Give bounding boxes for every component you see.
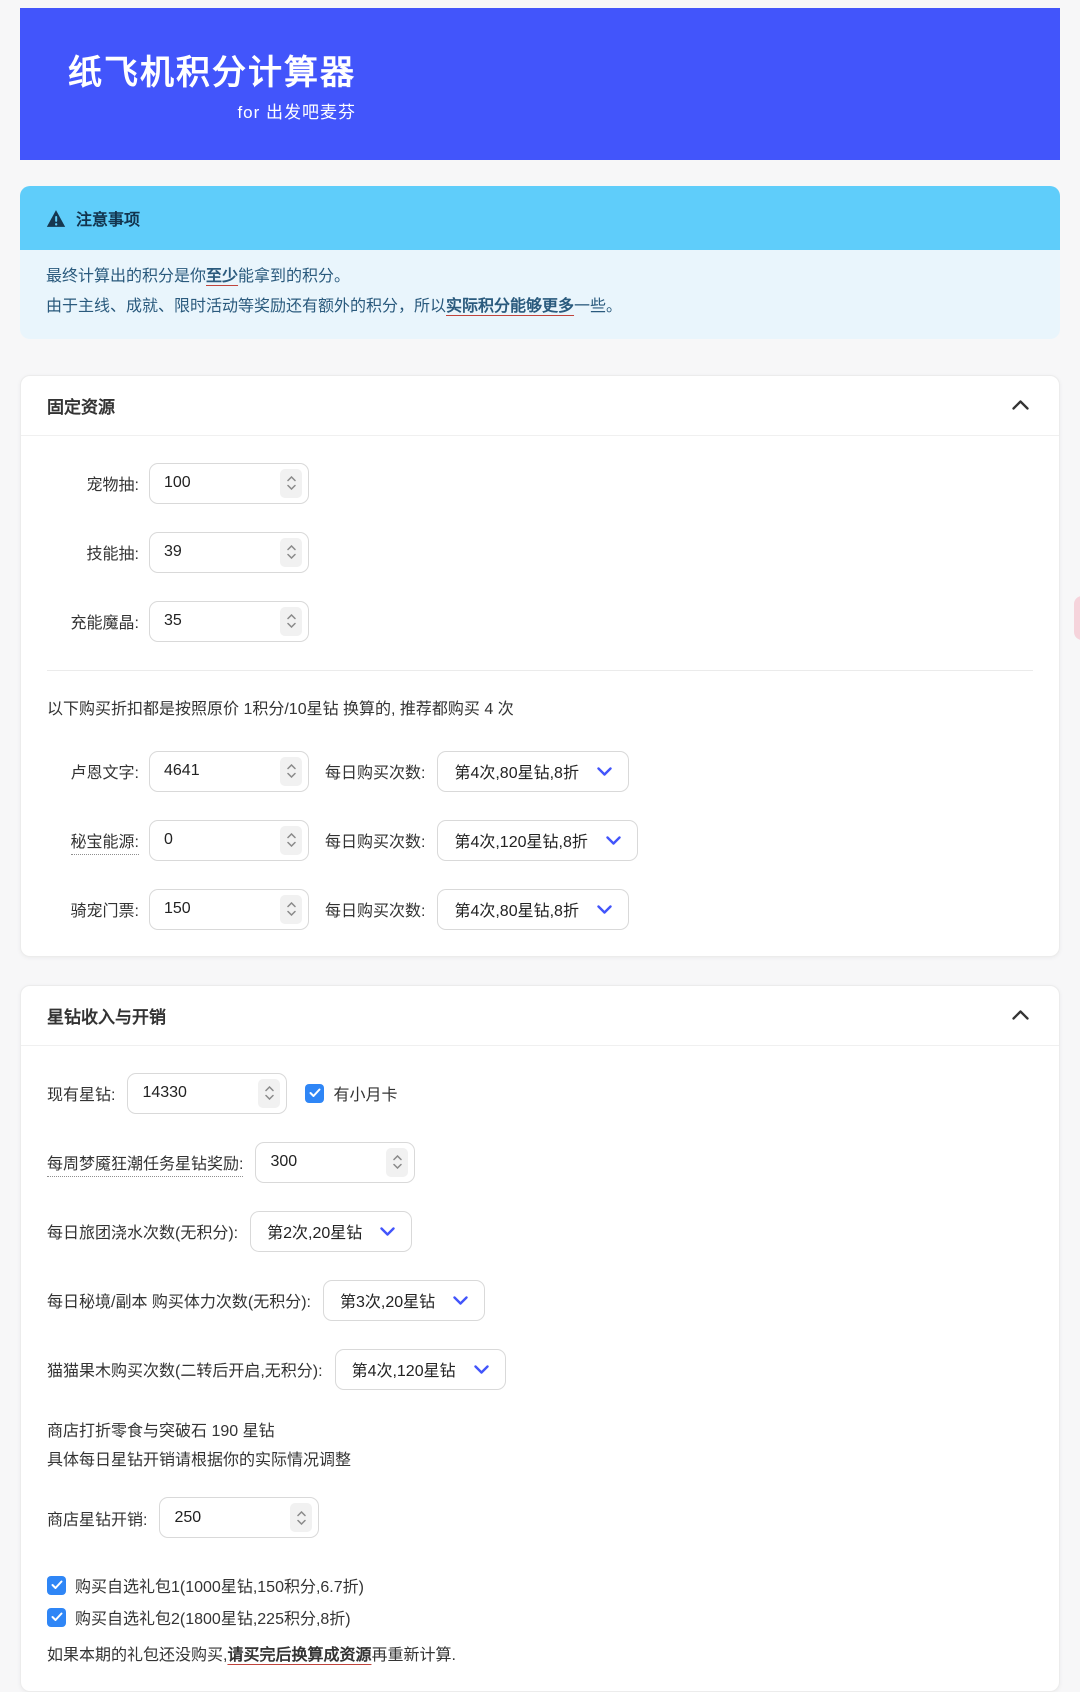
packs-block: 购买自选礼包1(1000星钻,150积分,6.7折) 购买自选礼包2(1800星…: [47, 1573, 1033, 1665]
field-row-pet-draw: 宠物抽: 100: [47, 462, 1033, 504]
shop-expense-row: 商店星钻开销: 250: [47, 1497, 1033, 1539]
field-label: 猫猫果木购买次数(二转后开启,无积分):: [47, 1363, 323, 1381]
warning-icon: [46, 209, 66, 228]
notice-line-1: 最终计算出的积分是你至少能拿到的积分。: [46, 268, 351, 285]
monthly-card-label: 有小月卡: [333, 1087, 398, 1105]
notice-header: 注意事项: [20, 186, 1060, 250]
chevron-down-icon: [380, 1227, 395, 1236]
chevron-down-icon: [606, 836, 621, 845]
daily-purchase-label: 每日购买次数:: [325, 765, 426, 783]
field-label: 每日秘境/副本 购买体力次数(无积分):: [47, 1294, 311, 1312]
chevron-down-icon: [597, 905, 612, 914]
field-label: 充能魔晶:: [70, 615, 139, 633]
collapse-button[interactable]: [1008, 396, 1033, 414]
diamond-card: 星钻收入与开销 现有星钻: 14330 有小月卡 每周梦魇狂潮任务星钻奖励: 3…: [20, 984, 1060, 1692]
number-stepper[interactable]: [280, 894, 302, 924]
divider: [47, 669, 1033, 671]
weekly-nightmare-row: 每周梦魇狂潮任务星钻奖励: 300: [47, 1141, 1033, 1183]
app-header: 纸飞机积分计算器 for 出发吧麦芬: [20, 8, 1060, 160]
daily-purchase-label: 每日购买次数:: [325, 903, 426, 921]
notice-emphasis-2: 实际积分能够更多: [446, 298, 575, 316]
field-label: 每日旅团浇水次数(无积分):: [47, 1225, 239, 1243]
notice-card: 注意事项 最终计算出的积分是你至少能拿到的积分。 由于主线、成就、限时活动等奖励…: [20, 186, 1060, 339]
field-label: 每周梦魇狂潮任务星钻奖励:: [47, 1150, 244, 1178]
field-label: 骑宠门票:: [70, 903, 139, 921]
cat-fruit-times-select[interactable]: 第4次,120星钻: [334, 1348, 506, 1390]
notice-emphasis-1: 至少: [206, 268, 239, 285]
field-label: 现有星钻:: [47, 1087, 116, 1105]
treasure-energy-input[interactable]: 0: [149, 819, 309, 861]
fixed-resources-title: 固定资源: [47, 397, 115, 417]
number-stepper[interactable]: [386, 1147, 409, 1177]
fixed-resources-header: 固定资源: [21, 376, 1059, 436]
number-stepper[interactable]: [280, 606, 302, 636]
chevron-down-icon: [473, 1365, 489, 1374]
collapse-button[interactable]: [1008, 1006, 1033, 1024]
field-label: 卢恩文字:: [70, 765, 139, 783]
stamina-row: 每日秘境/副本 购买体力次数(无积分): 第3次,20星钻: [47, 1279, 1033, 1321]
field-label: 秘宝能源:: [47, 828, 139, 856]
watering-row: 每日旅团浇水次数(无积分): 第2次,20星钻: [47, 1210, 1033, 1252]
shop-note-line-2: 具体每日星钻开销请根据你的实际情况调整: [47, 1451, 352, 1469]
rune-text-times-select[interactable]: 第4次,80星钻,8折: [437, 750, 629, 792]
pack1-label: 购买自选礼包1(1000星钻,150积分,6.7折): [75, 1579, 364, 1597]
notice-title: 注意事项: [76, 212, 141, 229]
rune-text-input[interactable]: 4641: [149, 750, 309, 792]
chevron-down-icon: [453, 1296, 468, 1305]
current-diamond-row: 现有星钻: 14330 有小月卡: [47, 1072, 1033, 1114]
pack-final-note: 如果本期的礼包还没购买,请买完后换算成资源再重新计算.: [47, 1647, 456, 1665]
mount-ticket-times-select[interactable]: 第4次,80星钻,8折: [437, 888, 629, 930]
chevron-down-icon: [597, 767, 612, 776]
cat-fruit-row: 猫猫果木购买次数(二转后开启,无积分): 第4次,120星钻: [47, 1348, 1033, 1390]
pet-draw-input[interactable]: 100: [149, 462, 309, 504]
watering-times-select[interactable]: 第2次,20星钻: [250, 1210, 413, 1252]
pack2-label: 购买自选礼包2(1800星钻,225积分,8折): [75, 1611, 351, 1629]
page-subtitle: for 出发吧麦芬: [237, 103, 356, 123]
treasure-energy-times-select[interactable]: 第4次,120星钻,8折: [437, 819, 638, 861]
title-wrap: 纸飞机积分计算器 for 出发吧麦芬: [20, 8, 356, 123]
field-row-skill-draw: 技能抽: 39: [47, 531, 1033, 573]
current-diamond-input[interactable]: 14330: [127, 1072, 288, 1114]
mount-ticket-input[interactable]: 150: [149, 888, 309, 930]
edge-peek-element[interactable]: [1074, 596, 1080, 640]
shop-expense-note: 商店打折零食与突破石 190 星钻 具体每日星钻开销请根据你的实际情况调整: [47, 1418, 1033, 1476]
number-stepper[interactable]: [280, 756, 302, 786]
weekly-nightmare-input[interactable]: 300: [255, 1141, 416, 1183]
shop-note-line-1: 商店打折零食与突破石 190 星钻: [47, 1422, 275, 1440]
pack1-checkbox[interactable]: [47, 1575, 66, 1595]
notice-line-2: 由于主线、成就、限时活动等奖励还有额外的积分，所以实际积分能够更多一些。: [46, 298, 623, 316]
purchase-row-mount-ticket: 骑宠门票: 150 每日购买次数: 第4次,80星钻,8折: [47, 888, 1033, 930]
pack1-row: 购买自选礼包1(1000星钻,150积分,6.7折): [47, 1573, 1033, 1597]
fixed-resources-card: 固定资源 宠物抽: 100 技能抽: 39 充能魔晶: 35 以下购买折扣都是按…: [20, 374, 1060, 957]
fixed-resources-body: 宠物抽: 100 技能抽: 39 充能魔晶: 35 以下购买折扣都是按照原价 1…: [21, 436, 1059, 956]
page-title: 纸飞机积分计算器: [68, 54, 356, 92]
skill-draw-input[interactable]: 39: [149, 531, 309, 573]
final-emphasis: 请买完后换算成资源: [227, 1647, 372, 1665]
number-stepper[interactable]: [258, 1078, 281, 1108]
purchase-row-treasure-energy: 秘宝能源: 0 每日购买次数: 第4次,120星钻,8折: [47, 819, 1033, 861]
number-stepper[interactable]: [280, 537, 302, 567]
number-stepper[interactable]: [290, 1503, 313, 1533]
notice-body: 最终计算出的积分是你至少能拿到的积分。 由于主线、成就、限时活动等奖励还有额外的…: [20, 250, 1060, 339]
diamond-card-title: 星钻收入与开销: [47, 1007, 166, 1027]
pack2-row: 购买自选礼包2(1800星钻,225积分,8折): [47, 1605, 1033, 1629]
number-stepper[interactable]: [280, 468, 302, 498]
chevron-up-icon: [1012, 400, 1029, 410]
diamond-card-body: 现有星钻: 14330 有小月卡 每周梦魇狂潮任务星钻奖励: 300 每日旅团浇…: [21, 1046, 1059, 1692]
monthly-card-checkbox[interactable]: [305, 1083, 325, 1103]
energy-crystal-input[interactable]: 35: [149, 600, 309, 642]
field-label: 技能抽:: [86, 546, 139, 564]
discount-note: 以下购买折扣都是按照原价 1积分/10星钻 换算的, 推荐都购买 4 次: [47, 700, 514, 718]
daily-purchase-label: 每日购买次数:: [325, 834, 426, 852]
purchase-row-rune-text: 卢恩文字: 4641 每日购买次数: 第4次,80星钻,8折: [47, 750, 1033, 792]
field-label: 商店星钻开销:: [47, 1511, 148, 1529]
chevron-up-icon: [1012, 1010, 1029, 1020]
number-stepper[interactable]: [280, 825, 302, 855]
stamina-times-select[interactable]: 第3次,20星钻: [323, 1279, 486, 1321]
shop-expense-input[interactable]: 250: [159, 1497, 320, 1539]
pack2-checkbox[interactable]: [47, 1607, 66, 1627]
field-label: 宠物抽:: [86, 477, 139, 495]
diamond-card-header: 星钻收入与开销: [21, 986, 1059, 1046]
field-row-energy-crystal: 充能魔晶: 35: [47, 600, 1033, 642]
